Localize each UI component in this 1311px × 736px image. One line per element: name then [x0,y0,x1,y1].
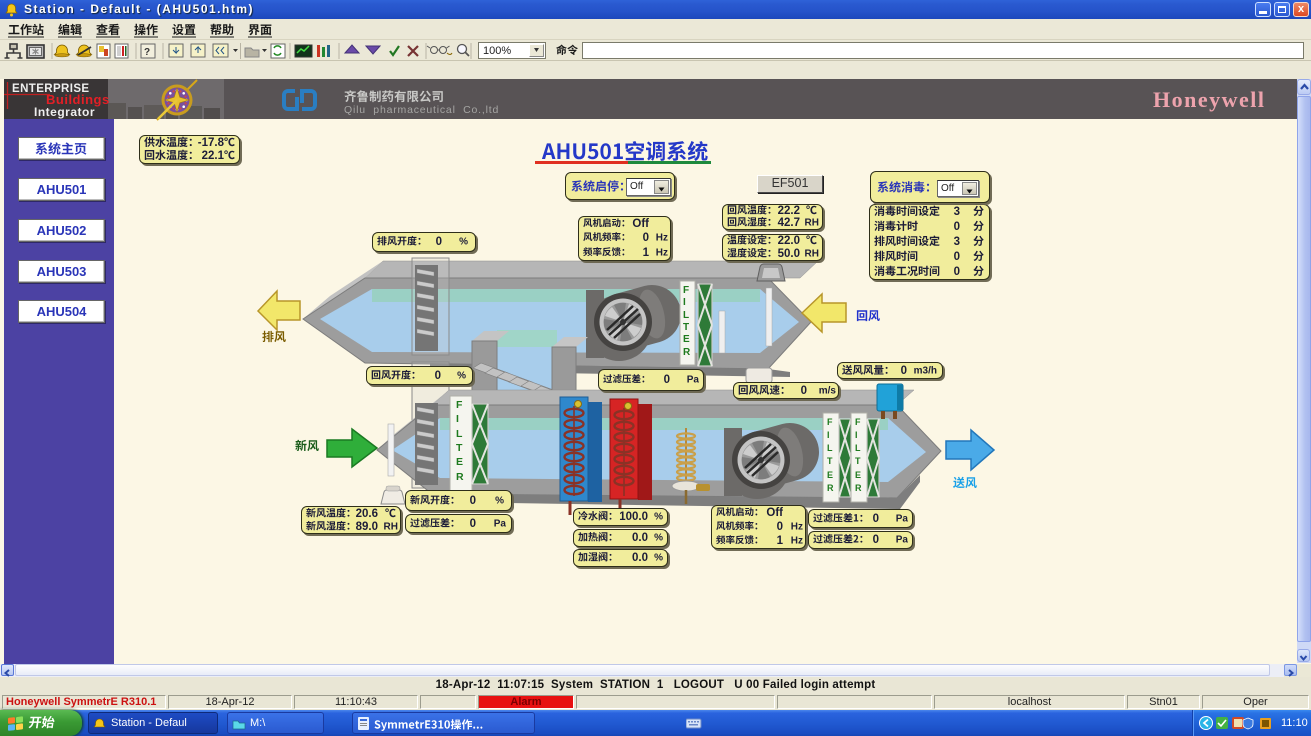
svg-text:F: F [827,417,833,427]
svg-text:L: L [683,310,689,321]
svg-text:E: E [855,470,861,480]
svg-text:L: L [827,443,833,453]
svg-text:E: E [827,470,833,480]
svg-text:T: T [855,456,861,466]
svg-text:I: I [456,413,459,425]
svg-text:F: F [683,285,689,296]
svg-text:I: I [683,297,686,308]
svg-text:I: I [827,430,830,440]
svg-text:T: T [683,322,689,333]
svg-text:T: T [456,442,463,454]
svg-text:R: R [855,483,862,493]
svg-text:L: L [855,443,861,453]
svg-text:T: T [827,456,833,466]
svg-text:R: R [456,471,464,483]
svg-text:F: F [855,417,861,427]
svg-text:?: ? [144,47,150,58]
svg-text:F: F [456,399,463,411]
svg-text:R: R [827,483,834,493]
svg-text:I: I [855,430,858,440]
svg-text:R: R [683,347,691,358]
svg-text:L: L [456,428,463,440]
svg-text:E: E [683,334,690,345]
svg-text:E: E [456,456,463,468]
